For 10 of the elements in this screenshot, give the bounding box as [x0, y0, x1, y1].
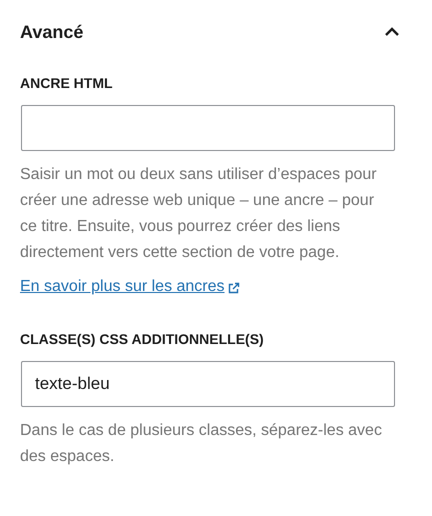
field-label: ANCRE HTML — [20, 75, 113, 91]
input-field[interactable]: texte-bleu — [21, 361, 395, 407]
external-link-icon — [226, 282, 240, 295]
help-text: Dans le cas de plusieurs classes, séparez-les avec des espaces. — [20, 421, 383, 467]
learn-more-link[interactable]: En savoir plus sur les ancres — [20, 278, 240, 296]
help-text: Saisir un mot ou deux sans utiliser d’espaces pour créer une adresse web unique – une ancre – pour ce titre. Ensuite, vous pourrez créer des liens directement vers cette section de votre page. — [20, 165, 378, 263]
field-label: CLASSE(S) CSS ADDITIONNELLE(S) — [20, 331, 264, 347]
panel-title: Avancé — [20, 22, 84, 42]
input-field[interactable] — [21, 105, 395, 151]
chevron-up-icon[interactable] — [384, 27, 400, 37]
